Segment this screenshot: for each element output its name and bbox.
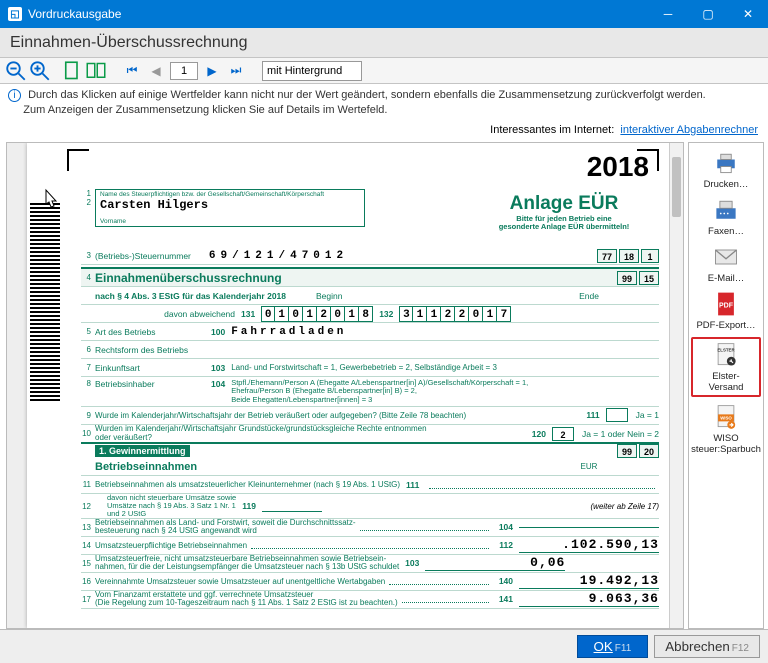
printer-icon <box>711 149 741 177</box>
beginn-date[interactable]: 01012018 <box>261 306 373 322</box>
ok-button[interactable]: OKF11 <box>577 635 649 658</box>
fax-icon <box>711 196 741 224</box>
envelope-icon <box>711 243 741 271</box>
pdf-icon: PDF <box>711 290 741 318</box>
drucken-button[interactable]: Drucken… <box>691 149 761 190</box>
elster-icon: ELSTER <box>711 341 741 369</box>
elster-versand-button[interactable]: ELSTER Elster-Versand <box>691 337 761 397</box>
scrollbar[interactable] <box>669 143 683 628</box>
close-icon[interactable]: ✕ <box>728 0 768 28</box>
app-icon: ◱ <box>8 7 22 21</box>
last-page-icon[interactable]: ⏭ <box>226 61 246 81</box>
action-sidebar: Drucken… Faxen… E-Mail… PDF PDF-Export… … <box>688 142 764 629</box>
prev-page-icon[interactable]: ◀ <box>146 61 166 81</box>
page-number-input[interactable] <box>170 62 198 80</box>
r15-amount[interactable]: 0,06 <box>425 555 565 571</box>
form-year: 2018 <box>587 151 649 183</box>
r17-amount[interactable]: 9.063,36 <box>519 591 659 607</box>
r13-amount[interactable] <box>519 527 659 528</box>
section1-title: 1. Gewinnermittlung <box>95 445 190 457</box>
steuernummer-value[interactable]: 69/121/47012 <box>209 250 348 262</box>
steuernummer-label: (Betriebs-)Steuernummer <box>95 251 191 261</box>
form-page: 2018 12 Name des Steuerpflichtigen bzw. … <box>27 143 677 628</box>
ende-date[interactable]: 31122017 <box>399 306 511 322</box>
title-bar: ◱ Vordruckausgabe ─ ▢ ✕ <box>0 0 768 28</box>
row-num: 12 <box>81 189 95 227</box>
interest-row: Interessantes im Internet: interaktiver … <box>0 122 768 140</box>
page-single-icon[interactable] <box>62 61 82 81</box>
first-page-icon[interactable]: ⏮ <box>122 61 142 81</box>
page-multi-icon[interactable] <box>86 61 106 81</box>
email-button[interactable]: E-Mail… <box>691 243 761 284</box>
maximize-icon[interactable]: ▢ <box>688 0 728 28</box>
minimize-icon[interactable]: ─ <box>648 0 688 28</box>
r16-amount[interactable]: 19.492,13 <box>519 573 659 589</box>
r10-box[interactable]: 2 <box>552 427 574 441</box>
name-box[interactable]: Name des Steuerpflichtigen bzw. der Gese… <box>95 189 365 227</box>
section-header: Einnahmenüberschussrechnung <box>95 271 282 285</box>
crop-mark-tl <box>67 149 89 171</box>
cancel-button[interactable]: AbbrechenF12 <box>654 635 760 658</box>
r14-amount[interactable]: .102.590,13 <box>519 537 659 553</box>
betrieb-value[interactable]: Fahrradladen <box>231 326 346 338</box>
anlage-heading: Anlage EÜR Bitte für jeden Betrieb eine … <box>479 193 649 232</box>
wiso-button[interactable]: WISO WISO steuer:Sparbuch <box>691 403 761 455</box>
toolbar: ⏮ ◀ ▶ ⏭ mit Hintergrund <box>0 58 768 84</box>
next-page-icon[interactable]: ▶ <box>202 61 222 81</box>
faxen-button[interactable]: Faxen… <box>691 196 761 237</box>
document-pane: 2018 12 Name des Steuerpflichtigen bzw. … <box>6 142 684 629</box>
info-icon: i <box>8 89 21 102</box>
top-cells: 77 18 1 <box>597 249 659 263</box>
r9-box[interactable] <box>606 408 628 422</box>
page-title: Einnahmen-Überschussrechnung <box>0 28 768 58</box>
footer: OKF11 AbbrechenF12 <box>0 629 768 663</box>
zoom-out-icon[interactable] <box>6 61 26 81</box>
pdf-export-button[interactable]: PDF PDF-Export… <box>691 290 761 331</box>
barcode <box>30 203 60 403</box>
svg-text:WISO: WISO <box>720 416 732 421</box>
abgabenrechner-link[interactable]: interaktiver Abgabenrechner <box>620 124 758 136</box>
svg-text:PDF: PDF <box>719 303 734 310</box>
background-select[interactable]: mit Hintergrund <box>262 61 362 81</box>
svg-text:ELSTER: ELSTER <box>717 348 735 353</box>
window-title: Vordruckausgabe <box>28 7 121 21</box>
wiso-icon: WISO <box>711 403 741 431</box>
hint-text: i Durch das Klicken auf einige Wertfelde… <box>0 84 768 122</box>
zoom-in-icon[interactable] <box>30 61 50 81</box>
